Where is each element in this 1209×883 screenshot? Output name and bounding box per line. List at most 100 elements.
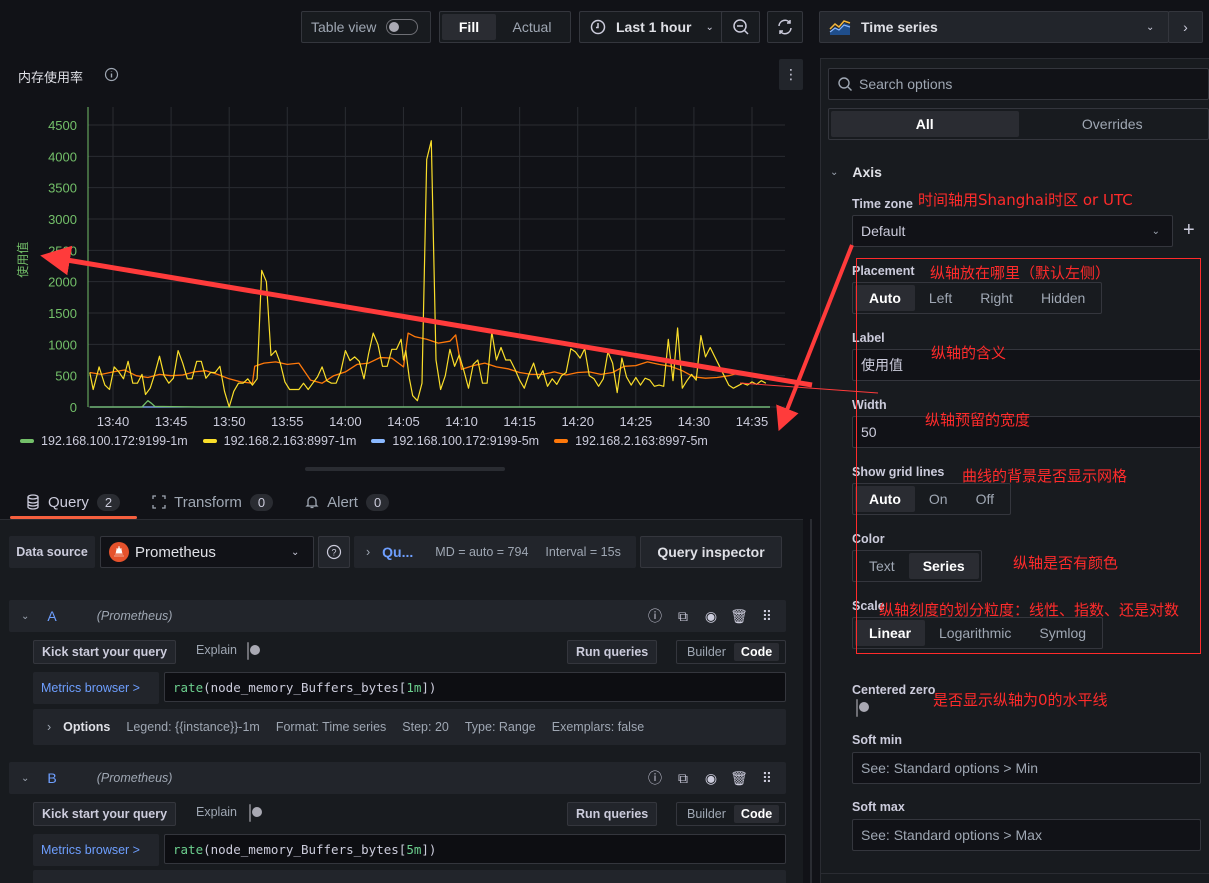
refresh-button[interactable] <box>767 11 803 43</box>
query-options-row-a[interactable]: › Options Legend: {{instance}}-1m Format… <box>33 709 786 745</box>
query-inspector-button[interactable]: Query inspector <box>640 536 782 568</box>
explain-toggle[interactable] <box>247 642 249 660</box>
legend-item[interactable]: 192.168.100.172:9199-5m <box>371 434 539 448</box>
legend-item[interactable]: 192.168.2.163:8997-5m <box>554 434 708 448</box>
query-expression-input-b[interactable]: rate (node_memory_Buffers_bytes[5m]) <box>164 834 786 864</box>
centered-zero-toggle[interactable] <box>856 699 858 717</box>
help-icon[interactable]: ⓘ <box>646 607 664 625</box>
interval-text: Interval = 15s <box>545 545 621 559</box>
x-tick-label: 13:45 <box>155 414 188 429</box>
panel-menu-button[interactable]: ⋮ <box>779 59 803 90</box>
query-expression-input-a[interactable]: rate (node_memory_Buffers_bytes[1m]) <box>164 672 786 702</box>
trash-icon[interactable]: 🗑 <box>730 607 748 625</box>
zoom-out-icon <box>732 19 749 35</box>
eye-icon[interactable]: ◉ <box>702 607 720 625</box>
legend-label: 192.168.100.172:9199-1m <box>41 434 188 448</box>
metrics-browser-button[interactable]: Metrics browser > <box>33 672 159 704</box>
explain-toggle[interactable] <box>249 804 251 822</box>
visualization-picker[interactable]: Time series ⌄ <box>819 11 1169 43</box>
drag-handle-icon[interactable]: ⠿ <box>758 607 776 625</box>
y-tick-label: 3000 <box>48 212 77 227</box>
time-zone-value: Default <box>861 223 906 239</box>
drag-handle-icon[interactable]: ⠿ <box>758 769 776 787</box>
search-placeholder: Search options <box>859 76 953 92</box>
run-queries-button[interactable]: Run queries <box>567 640 658 664</box>
query-options-label: Qu... <box>382 544 414 560</box>
collapse-icon[interactable]: ⌄ <box>21 773 29 784</box>
table-view-toggle[interactable]: Table view <box>301 11 431 43</box>
help-icon[interactable]: ⓘ <box>646 769 664 787</box>
duplicate-icon[interactable]: ⧉ <box>674 607 692 625</box>
y-tick-label: 1000 <box>48 337 77 352</box>
annotation-grid: 曲线的背景是否显示网格 <box>962 467 1128 485</box>
legend-swatch <box>202 439 217 443</box>
builder-mode-option[interactable]: Builder <box>679 807 734 821</box>
tab-query[interactable]: Query 2 <box>10 486 136 518</box>
query-pane-scrollbar[interactable] <box>810 519 812 883</box>
soft-min-input[interactable]: See: Standard options > Min <box>852 752 1201 784</box>
kick-start-button[interactable]: Kick start your query <box>33 640 177 664</box>
x-tick-label: 14:25 <box>620 414 653 429</box>
time-range-label: Last 1 hour <box>616 19 692 35</box>
legend-option: Legend: {{instance}}-1m <box>126 720 260 734</box>
panel-resize-handle[interactable] <box>305 467 505 471</box>
fill-option[interactable]: Fill <box>442 14 496 40</box>
query-options-bar[interactable]: › Qu... MD = auto = 794 Interval = 15s <box>354 536 636 568</box>
transform-icon <box>152 495 166 509</box>
chevron-right-icon: › <box>366 545 371 559</box>
query-row-a-header[interactable]: ⌄ A (Prometheus) ⓘ ⧉ ◉ 🗑 ⠿ <box>9 600 786 632</box>
time-zone-label: Time zone <box>852 197 913 211</box>
run-queries-button[interactable]: Run queries <box>567 802 658 826</box>
expr-range: 5m <box>406 841 422 857</box>
annotation-scale: 纵轴刻度的划分粒度：线性、指数、还是对数 <box>879 601 1180 619</box>
time-zone-select[interactable]: Default ⌄ <box>852 215 1173 247</box>
zoom-out-button[interactable] <box>721 11 760 43</box>
tab-transform[interactable]: Transform 0 <box>136 486 289 518</box>
legend-item[interactable]: 192.168.100.172:9199-1m <box>20 434 188 448</box>
tab-alert[interactable]: Alert 0 <box>289 486 405 518</box>
step-option: Step: 20 <box>402 720 449 734</box>
explain-label: Explain <box>196 643 237 657</box>
code-mode-option[interactable]: Code <box>733 805 780 823</box>
data-source-help-button[interactable]: ? <box>318 536 350 568</box>
annotation-width: 纵轴预留的宽度 <box>925 411 1031 429</box>
max-data-points-text: MD = auto = 794 <box>435 545 529 559</box>
tab-overrides[interactable]: Overrides <box>1019 111 1207 137</box>
kick-start-button[interactable]: Kick start your query <box>33 802 177 826</box>
soft-max-input[interactable]: See: Standard options > Max <box>852 819 1201 851</box>
axis-section-header[interactable]: ⌄ Axis <box>830 164 882 180</box>
eye-icon[interactable]: ◉ <box>702 769 720 787</box>
table-view-switch[interactable] <box>386 19 419 35</box>
legend-label: 192.168.100.172:9199-5m <box>392 434 540 448</box>
code-mode-option[interactable]: Code <box>733 643 780 661</box>
trash-icon[interactable]: 🗑 <box>730 769 748 787</box>
metrics-browser-button[interactable]: Metrics browser > <box>33 834 159 866</box>
chevron-down-icon: ⌄ <box>1151 225 1160 237</box>
builder-mode-option[interactable]: Builder <box>679 645 734 659</box>
time-series-chart[interactable]: 0 500 1000 1500 2000 2500 3000 3500 4000 4500 13:4… <box>0 95 800 465</box>
tab-all[interactable]: All <box>831 111 1019 137</box>
soft-max-placeholder: See: Standard options > Max <box>861 827 1042 843</box>
legend-item[interactable]: 192.168.2.163:8997-1m <box>202 434 356 448</box>
query-ref-b[interactable]: B <box>47 770 56 786</box>
duplicate-icon[interactable]: ⧉ <box>674 769 692 787</box>
info-icon[interactable] <box>104 67 119 82</box>
data-source-picker[interactable]: Prometheus ⌄ <box>100 536 314 568</box>
svg-text:?: ? <box>331 548 336 558</box>
actual-option[interactable]: Actual <box>496 14 568 40</box>
legend-label: 192.168.2.163:8997-5m <box>575 434 708 448</box>
query-row-b-header[interactable]: ⌄ B (Prometheus) ⓘ ⧉ ◉ 🗑 ⠿ <box>9 762 786 794</box>
soft-min-label: Soft min <box>852 733 902 747</box>
collapse-icon[interactable]: ⌄ <box>21 611 29 622</box>
query-ref-a[interactable]: A <box>47 608 56 624</box>
axis-section-title: Axis <box>852 164 882 180</box>
add-time-zone-button[interactable]: + <box>1183 219 1195 242</box>
x-tick-label: 14:30 <box>678 414 711 429</box>
collapse-options-button[interactable]: › <box>1168 11 1203 43</box>
expr-metric: (node_memory_Buffers_bytes[ <box>203 679 407 695</box>
exemplars-option: Exemplars: false <box>551 720 645 734</box>
bell-icon <box>305 496 319 509</box>
search-options-input[interactable]: Search options <box>828 68 1209 100</box>
query-options-row-b[interactable] <box>33 870 786 883</box>
chevron-down-icon: ⌄ <box>1146 21 1155 33</box>
